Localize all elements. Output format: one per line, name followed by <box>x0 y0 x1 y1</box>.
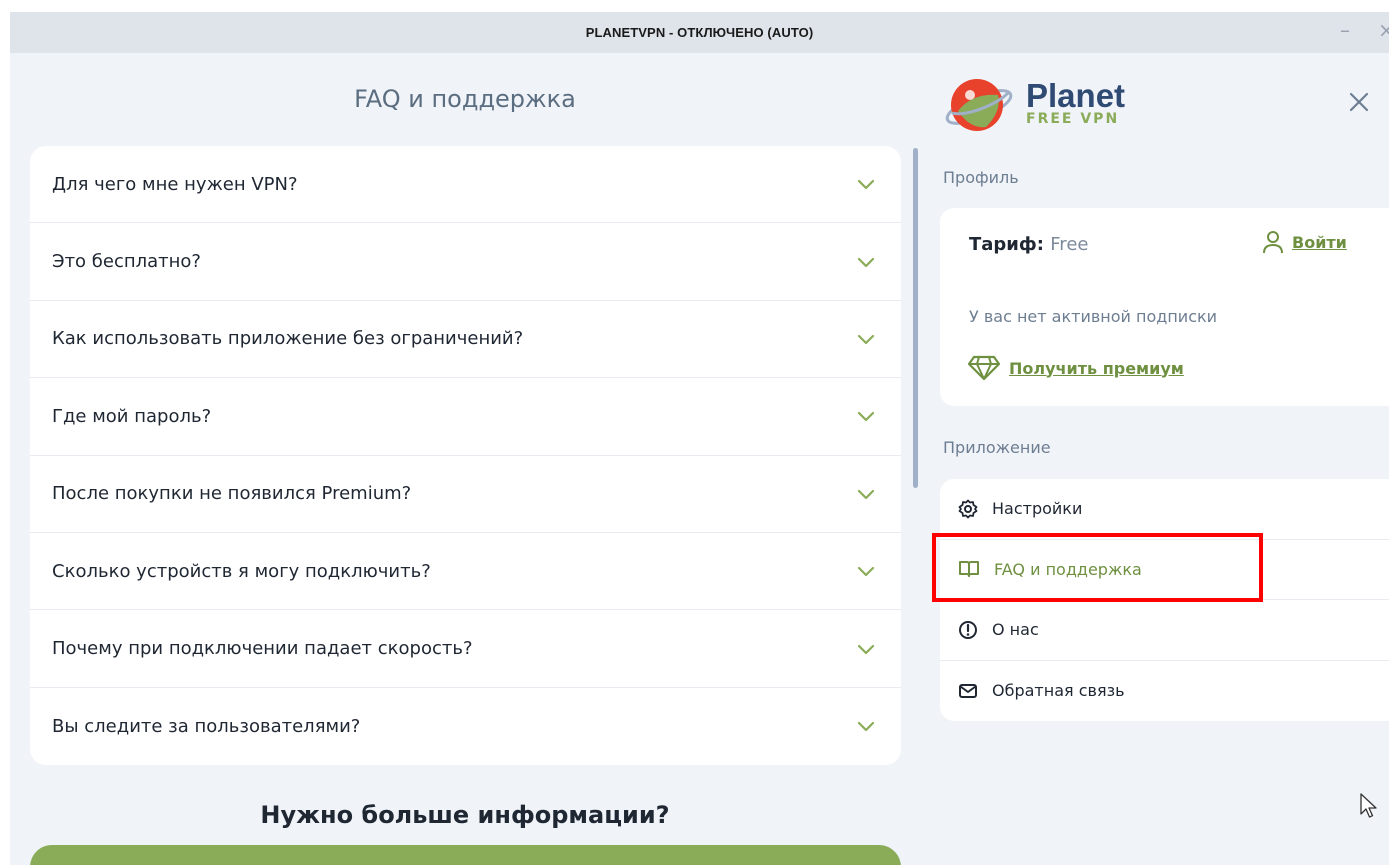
chevron-down-icon <box>857 489 875 499</box>
faq-question: Сколько устройств я могу подключить? <box>52 560 431 582</box>
login-label: Войти <box>1292 232 1347 252</box>
logo-name: Planet <box>1026 77 1126 114</box>
faq-item[interactable]: Как использовать приложение без ограниче… <box>30 301 901 379</box>
window-close-button[interactable]: × <box>1378 18 1389 42</box>
chevron-down-icon <box>857 180 875 190</box>
faq-item[interactable]: Вы следите за пользователями? <box>30 688 901 765</box>
chevron-down-icon <box>857 644 875 654</box>
faq-panel: FAQ и поддержка Для чего мне нужен VPN? … <box>10 53 920 865</box>
menu-item-label: О нас <box>992 620 1039 640</box>
contact-support-button[interactable] <box>30 845 901 865</box>
menu-item-about[interactable]: О нас <box>940 600 1389 661</box>
faq-question: Как использовать приложение без ограниче… <box>52 328 524 350</box>
faq-question: Вы следите за пользователями? <box>52 715 361 737</box>
highlight-box <box>932 533 1263 602</box>
envelope-icon <box>959 683 977 698</box>
info-icon <box>959 620 977 639</box>
sidebar-menu: Planet FREE VPN Профиль Тариф: Free Войт… <box>920 53 1389 865</box>
faq-list: Для чего мне нужен VPN? Это бесплатно? К… <box>30 146 901 765</box>
faq-title: FAQ и поддержка <box>354 85 576 113</box>
no-subscription-text: У вас нет активной подписки <box>969 307 1218 326</box>
chevron-down-icon <box>857 334 875 345</box>
scrollbar[interactable] <box>913 148 918 488</box>
top-strip <box>0 0 1389 12</box>
menu-item-label: Настройки <box>992 499 1083 519</box>
faq-question: Почему при подключении падает скорость? <box>52 638 473 660</box>
faq-item[interactable]: Сколько устройств я могу подключить? <box>30 533 901 611</box>
profile-section-label: Профиль <box>943 168 1019 187</box>
chevron-down-icon <box>857 257 875 267</box>
diamond-icon <box>967 355 1001 381</box>
faq-question: Это бесплатно? <box>52 251 201 273</box>
faq-item[interactable]: Почему при подключении падает скорость? <box>30 610 901 688</box>
get-premium-link[interactable]: Получить премиум <box>967 355 1184 381</box>
faq-question: После покупки не появился Premium? <box>52 483 412 505</box>
planet-logo-icon <box>945 79 1013 131</box>
menu-item-label: Обратная связь <box>992 681 1125 701</box>
tariff: Тариф: Free <box>969 234 1088 255</box>
menu-item-feedback[interactable]: Обратная связь <box>940 661 1389 722</box>
chevron-down-icon <box>857 567 875 577</box>
chevron-down-icon <box>857 412 875 422</box>
faq-item[interactable]: Где мой пароль? <box>30 378 901 456</box>
profile-card: Тариф: Free Войти У вас нет активной под… <box>940 208 1389 406</box>
gear-icon <box>958 499 978 519</box>
faq-item[interactable]: После покупки не появился Premium? <box>30 456 901 533</box>
tariff-value: Free <box>1050 234 1089 255</box>
logo-tagline: FREE VPN <box>1026 111 1120 127</box>
more-info-title: Нужно больше информации? <box>260 801 670 829</box>
menu-item-settings[interactable]: Настройки <box>940 479 1389 540</box>
tariff-label: Тариф: <box>969 234 1044 255</box>
faq-question: Где мой пароль? <box>52 405 212 427</box>
window-title: PLANETVPN - ОТКЛЮЧЕНО (AUTO) <box>585 25 814 40</box>
chevron-down-icon <box>857 722 875 732</box>
minimize-button[interactable]: – <box>1340 18 1350 42</box>
faq-item[interactable]: Это бесплатно? <box>30 223 901 301</box>
mouse-cursor-icon <box>1360 793 1377 818</box>
login-link[interactable]: Войти <box>1262 230 1347 254</box>
app-section-label: Приложение <box>943 438 1051 457</box>
get-premium-label: Получить премиум <box>1009 358 1184 378</box>
logo: Planet FREE VPN <box>942 71 1125 137</box>
faq-question: Для чего мне нужен VPN? <box>52 173 298 195</box>
faq-item[interactable]: Для чего мне нужен VPN? <box>30 146 901 224</box>
user-icon <box>1263 231 1283 254</box>
close-icon[interactable] <box>1346 89 1372 115</box>
title-bar: PLANETVPN - ОТКЛЮЧЕНО (AUTO) – × <box>10 12 1389 53</box>
